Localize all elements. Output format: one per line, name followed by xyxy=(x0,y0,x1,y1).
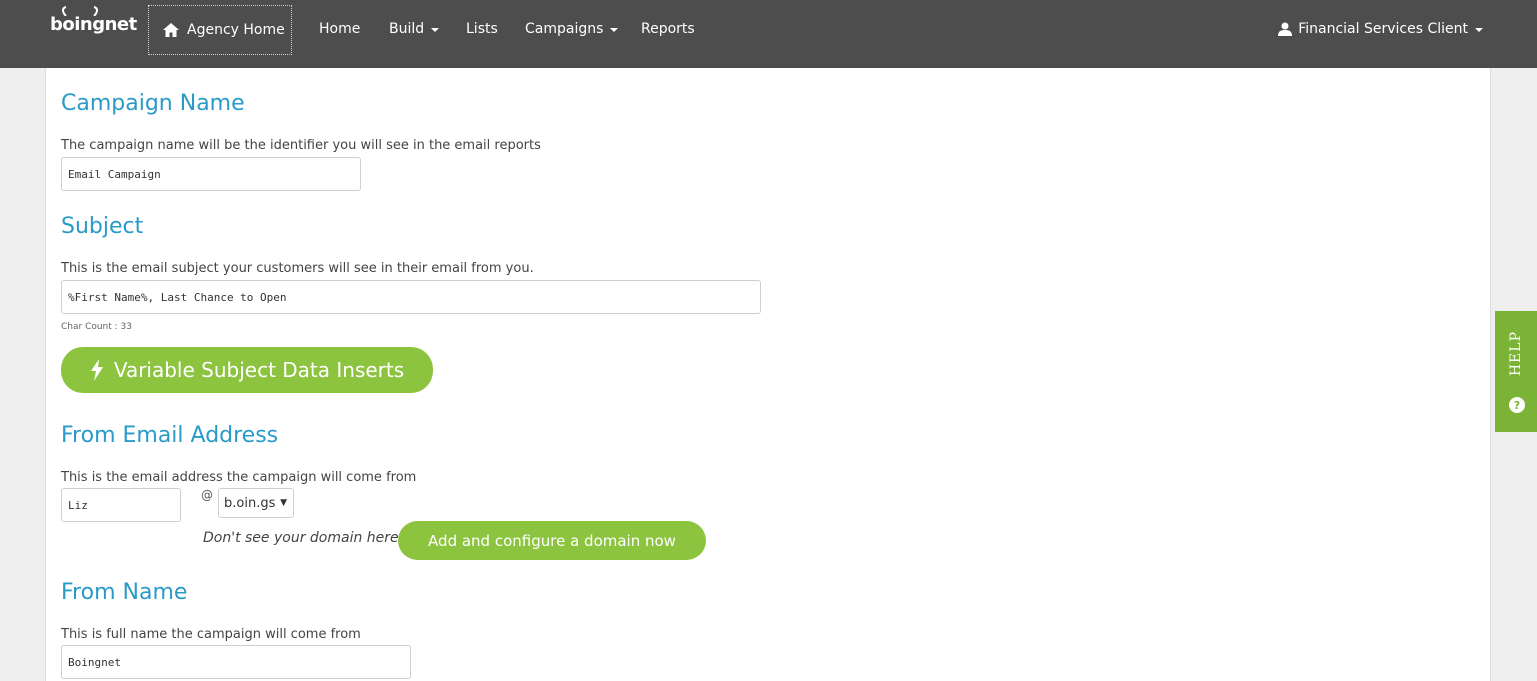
nav-reports-label: Reports xyxy=(641,21,695,37)
from-name-description: This is full name the campaign will come… xyxy=(61,627,361,642)
at-sign: @ xyxy=(201,488,213,502)
variable-subject-inserts-label: Variable Subject Data Inserts xyxy=(113,358,405,382)
logo-horns-icon xyxy=(62,6,98,16)
nav-lists[interactable]: Lists xyxy=(466,21,498,37)
nav-lists-label: Lists xyxy=(466,21,498,37)
subject-char-count: Char Count : 33 xyxy=(61,322,132,332)
campaign-name-description: The campaign name will be the identifier… xyxy=(61,138,541,153)
nav-reports[interactable]: Reports xyxy=(641,21,695,37)
nav-campaigns[interactable]: Campaigns xyxy=(525,21,619,37)
nav-campaigns-label: Campaigns xyxy=(525,21,604,37)
question-mark-icon: ? xyxy=(1509,397,1525,413)
caret-down-icon xyxy=(1475,28,1483,32)
user-menu[interactable]: Financial Services Client xyxy=(1278,21,1483,37)
caret-down-icon xyxy=(610,28,619,32)
boingnet-logo[interactable]: boingnet xyxy=(50,6,137,35)
from-name-heading: From Name xyxy=(61,580,188,605)
nav-home[interactable]: Home xyxy=(319,21,360,37)
from-email-description: This is the email address the campaign w… xyxy=(61,470,417,485)
subject-description: This is the email subject your customers… xyxy=(61,261,534,276)
help-tab[interactable]: HELP ? xyxy=(1495,311,1537,432)
nav-home-label: Home xyxy=(319,21,361,37)
domain-select-value: b.oin.gs xyxy=(224,495,276,511)
caret-down-icon xyxy=(431,28,440,32)
add-domain-button[interactable]: Add and configure a domain now xyxy=(398,521,706,560)
campaign-name-heading: Campaign Name xyxy=(61,91,245,116)
agency-home-label: Agency Home xyxy=(187,22,285,38)
agency-home-button[interactable]: Agency Home xyxy=(148,5,292,55)
lightning-bolt-icon xyxy=(90,359,103,381)
domain-select[interactable]: b.oin.gs ▼ xyxy=(218,488,294,518)
user-icon xyxy=(1278,22,1293,36)
nav-build[interactable]: Build xyxy=(389,21,440,37)
user-name: Financial Services Client xyxy=(1298,21,1468,37)
from-email-local-input[interactable]: Liz xyxy=(61,488,181,522)
variable-subject-inserts-button[interactable]: Variable Subject Data Inserts xyxy=(61,347,433,393)
logo-text: boingnet xyxy=(50,14,137,35)
subject-heading: Subject xyxy=(61,214,144,239)
help-label: HELP xyxy=(1508,331,1524,377)
add-domain-label: Add and configure a domain now xyxy=(428,531,676,550)
nav-build-label: Build xyxy=(389,21,425,37)
from-name-input[interactable]: Boingnet xyxy=(61,645,411,679)
domain-hint-text: Don't see your domain here? xyxy=(203,530,407,546)
subject-input[interactable]: %First Name%, Last Chance to Open xyxy=(61,280,761,314)
top-navbar: boingnet Agency Home Home Build Lists Ca… xyxy=(0,0,1537,68)
campaign-settings-panel: Campaign Name The campaign name will be … xyxy=(45,68,1491,681)
home-icon xyxy=(163,23,179,37)
campaign-name-input[interactable]: Email Campaign xyxy=(61,157,361,191)
from-email-heading: From Email Address xyxy=(61,423,279,448)
dropdown-arrow-icon: ▼ xyxy=(280,498,287,508)
